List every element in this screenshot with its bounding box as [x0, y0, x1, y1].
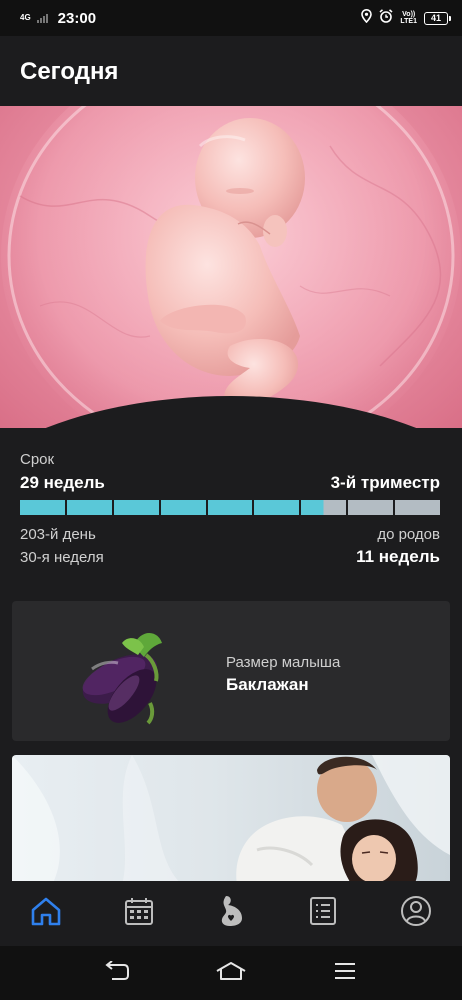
- bottom-tab-bar: [0, 881, 462, 946]
- eggplant-icon: [62, 621, 172, 725]
- alarm-icon: [379, 9, 393, 27]
- signal-icon: [36, 13, 48, 23]
- progress-segment: [66, 500, 112, 515]
- weeks-count: 29 недель: [20, 473, 105, 492]
- couple-photo: [12, 755, 450, 885]
- trimester: 3-й триместр: [330, 473, 440, 492]
- progress-bar: [20, 500, 441, 515]
- back-icon: [104, 959, 130, 986]
- current-day: 203-й день: [20, 526, 96, 543]
- tab-calendar[interactable]: [92, 881, 184, 946]
- system-back-button[interactable]: [97, 953, 137, 993]
- progress-segment: [160, 500, 206, 515]
- page-title: Сегодня: [20, 58, 119, 85]
- checklist-icon: [309, 896, 337, 931]
- baby-size-label: Размер малыша: [226, 654, 341, 671]
- volte-indicator: Vo)) LTE1: [400, 11, 417, 25]
- calendar-icon: [124, 896, 154, 931]
- progress-segment: [207, 500, 253, 515]
- pregnant-belly-icon: [218, 895, 244, 932]
- clock: 23:00: [57, 9, 97, 27]
- home-icon: [30, 896, 62, 931]
- tab-checklist[interactable]: [277, 881, 369, 946]
- app-header: Сегодня: [0, 36, 462, 106]
- progress-segment: [348, 500, 394, 515]
- fetus-illustration: [0, 106, 462, 428]
- system-menu-button[interactable]: [325, 953, 365, 993]
- baby-size-card[interactable]: Размер малыша Баклажан: [12, 601, 450, 741]
- network-type: 4G: [20, 13, 31, 22]
- progress-segment: [301, 500, 347, 515]
- system-home-button[interactable]: [211, 953, 251, 993]
- progress-segment: [20, 500, 65, 515]
- weeks-remaining: 11 недель: [356, 547, 440, 566]
- menu-icon: [333, 961, 357, 986]
- progress-segment: [113, 500, 159, 515]
- system-nav-bar: [0, 946, 462, 1000]
- status-bar: 4G 23:00 Vo)) LTE1 41: [0, 0, 462, 36]
- until-birth-label: до родов: [377, 526, 440, 543]
- battery-icon: 41: [424, 11, 451, 25]
- tab-pregnancy[interactable]: [185, 881, 277, 946]
- progress-segment: [254, 500, 300, 515]
- profile-icon: [400, 895, 432, 932]
- pregnancy-progress: Срок 29 недель 3-й триместр 203-й день 3…: [0, 440, 462, 586]
- current-week: 30-я неделя: [20, 549, 104, 566]
- location-icon: [361, 8, 373, 27]
- term-label: Срок: [20, 451, 55, 468]
- tab-home[interactable]: [0, 881, 92, 946]
- article-card[interactable]: [12, 755, 450, 885]
- home-icon: [215, 961, 247, 986]
- tab-profile[interactable]: [370, 881, 462, 946]
- progress-segment: [395, 500, 441, 515]
- battery-level: 41: [430, 13, 441, 23]
- baby-size-value: Баклажан: [226, 675, 309, 694]
